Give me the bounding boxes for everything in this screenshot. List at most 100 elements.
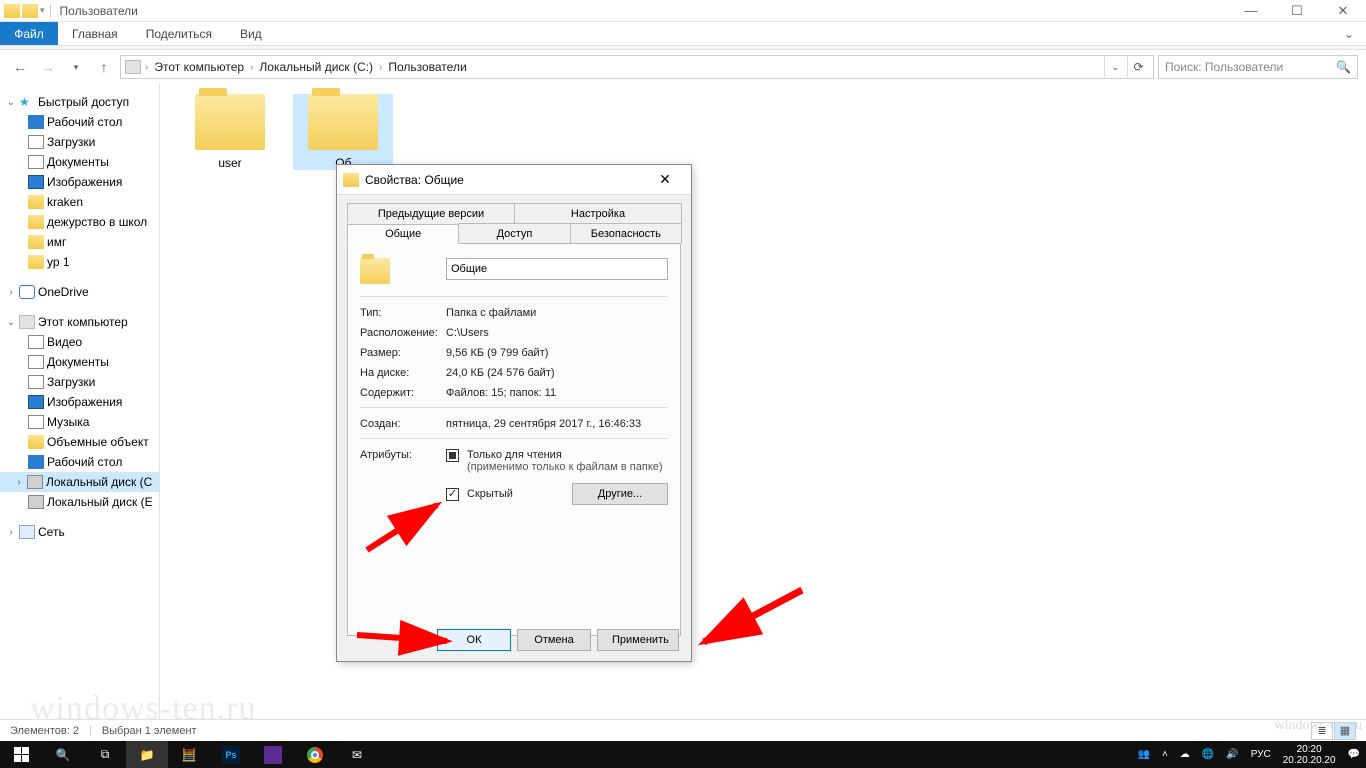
tree-item[interactable]: ур 1 [0, 252, 159, 272]
tray-language[interactable]: РУС [1251, 749, 1271, 760]
taskbar-app-mail[interactable]: ✉ [336, 741, 378, 768]
ok-button[interactable]: ОК [437, 629, 511, 651]
tree-item[interactable]: Изображения [0, 392, 159, 412]
tray-people-icon[interactable]: 👥 [1137, 749, 1149, 760]
chevron-right-icon[interactable]: › [250, 62, 253, 73]
checkbox-readonly[interactable] [446, 449, 459, 462]
search-box[interactable]: Поиск: Пользователи 🔍 [1158, 55, 1358, 79]
tree-item[interactable]: kraken [0, 192, 159, 212]
tree-item[interactable]: имг [0, 232, 159, 252]
view-details-icon[interactable]: ≣ [1311, 722, 1333, 740]
tree-item[interactable]: Объемные объект [0, 432, 159, 452]
tree-item[interactable]: Рабочий стол [0, 112, 159, 132]
tree-item[interactable]: Музыка [0, 412, 159, 432]
documents-icon [28, 155, 44, 169]
desktop-icon [28, 115, 44, 129]
folder-item-selected[interactable]: Об [293, 94, 393, 170]
tab-previous-versions[interactable]: Предыдущие версии [347, 203, 515, 223]
tray-volume-icon[interactable]: 🔊 [1226, 749, 1238, 760]
tree-label: OneDrive [38, 285, 89, 299]
taskbar-app-photoshop[interactable]: Ps [210, 741, 252, 768]
refresh-button[interactable]: ⟳ [1127, 56, 1149, 78]
advanced-button[interactable]: Другие... [572, 483, 668, 505]
maximize-button[interactable]: ☐ [1274, 0, 1320, 22]
folder-icon [28, 255, 44, 269]
tree-this-pc[interactable]: ⌄Этот компьютер [0, 312, 159, 332]
tree-item[interactable]: Загрузки [0, 372, 159, 392]
search-button[interactable]: 🔍 [42, 741, 84, 768]
value-created: пятница, 29 сентября 2017 г., 16:46:33 [446, 418, 668, 430]
tree-item[interactable]: Документы [0, 152, 159, 172]
ribbon-tabs: Файл Главная Поделиться Вид ⌄ [0, 22, 1366, 46]
tab-general[interactable]: Общие [347, 224, 459, 244]
cancel-button[interactable]: Отмена [517, 629, 591, 651]
taskbar-app-chrome[interactable] [294, 741, 336, 768]
breadcrumb-item[interactable]: Пользователи [386, 60, 468, 74]
tree-label: имг [47, 235, 66, 249]
tree-item[interactable]: Локальный диск (E [0, 492, 159, 512]
view-large-icons-icon[interactable]: ▦ [1334, 722, 1356, 740]
address-bar[interactable]: › Этот компьютер › Локальный диск (C:) ›… [120, 55, 1154, 79]
tree-label: Сеть [38, 525, 65, 539]
taskbar-app-visualstudio[interactable] [252, 741, 294, 768]
tree-onedrive[interactable]: ›OneDrive [0, 282, 159, 302]
tab-customize[interactable]: Настройка [514, 203, 682, 223]
tray-clock[interactable]: 20:20 20.20.20.20 [1283, 744, 1336, 766]
tree-label: ур 1 [47, 255, 70, 269]
tree-item[interactable]: Изображения [0, 172, 159, 192]
dialog-titlebar[interactable]: Свойства: Общие ✕ [337, 165, 691, 195]
checkbox-hidden[interactable] [446, 488, 459, 501]
tab-view[interactable]: Вид [226, 22, 276, 45]
tree-network[interactable]: ›Сеть [0, 522, 159, 542]
chevron-right-icon[interactable]: › [379, 62, 382, 73]
ribbon-collapse-icon[interactable]: ⌄ [1332, 22, 1366, 45]
history-dropdown[interactable]: ▾ [64, 55, 88, 79]
chevron-right-icon[interactable]: › [145, 62, 148, 73]
video-icon [28, 335, 44, 349]
tree-item[interactable]: Документы [0, 352, 159, 372]
tray-overflow-icon[interactable]: ˄ [1162, 749, 1168, 760]
status-item-count: Элементов: 2 [10, 725, 79, 737]
start-button[interactable] [0, 741, 42, 768]
taskview-button[interactable]: ⧉ [84, 741, 126, 768]
back-button[interactable]: ← [8, 55, 32, 79]
breadcrumb-item[interactable]: Локальный диск (C:) [257, 60, 375, 74]
tree-item[interactable]: дежурство в школ [0, 212, 159, 232]
tree-label: Документы [47, 355, 109, 369]
tree-item[interactable]: Загрузки [0, 132, 159, 152]
minimize-button[interactable]: — [1228, 0, 1274, 22]
disk-icon [28, 495, 44, 509]
addr-dropdown-icon[interactable]: ⌄ [1104, 56, 1126, 78]
apply-button[interactable]: Применить [597, 629, 679, 651]
taskbar-app-explorer[interactable]: 📁 [126, 741, 168, 768]
pc-icon [19, 315, 35, 329]
tab-home[interactable]: Главная [58, 22, 132, 45]
tab-sharing[interactable]: Доступ [458, 223, 570, 243]
close-button[interactable]: ✕ [1320, 0, 1366, 22]
tab-security[interactable]: Безопасность [570, 223, 682, 243]
pc-icon [125, 60, 141, 74]
quick-access-toolbar: ▾ [4, 4, 54, 18]
dialog-close-button[interactable]: ✕ [645, 171, 685, 188]
qat-dropdown-icon[interactable]: ▾ [40, 5, 45, 16]
folder-item[interactable]: user [180, 94, 280, 170]
pictures-icon [28, 395, 44, 409]
tab-share[interactable]: Поделиться [132, 22, 226, 45]
tree-item[interactable]: Видео [0, 332, 159, 352]
tree-item-selected[interactable]: ›Локальный диск (C [0, 472, 159, 492]
taskbar-app-calculator[interactable]: 🧮 [168, 741, 210, 768]
tree-label: Быстрый доступ [38, 95, 129, 109]
tray-notifications-icon[interactable]: 💬 [1348, 749, 1360, 760]
file-tab[interactable]: Файл [0, 22, 58, 45]
label-attributes: Атрибуты: [360, 449, 446, 461]
tray-network-icon[interactable]: 🌐 [1202, 749, 1214, 760]
forward-button[interactable]: → [36, 55, 60, 79]
tree-quick-access[interactable]: ⌄★Быстрый доступ [0, 92, 159, 112]
breadcrumb-item[interactable]: Этот компьютер [152, 60, 246, 74]
tray-onedrive-icon[interactable]: ☁ [1180, 749, 1190, 760]
up-button[interactable]: ↑ [92, 55, 116, 79]
tree-label: дежурство в школ [47, 215, 147, 229]
folder-name-input[interactable] [446, 258, 668, 280]
tree-item[interactable]: Рабочий стол [0, 452, 159, 472]
tree-label: Документы [47, 155, 109, 169]
